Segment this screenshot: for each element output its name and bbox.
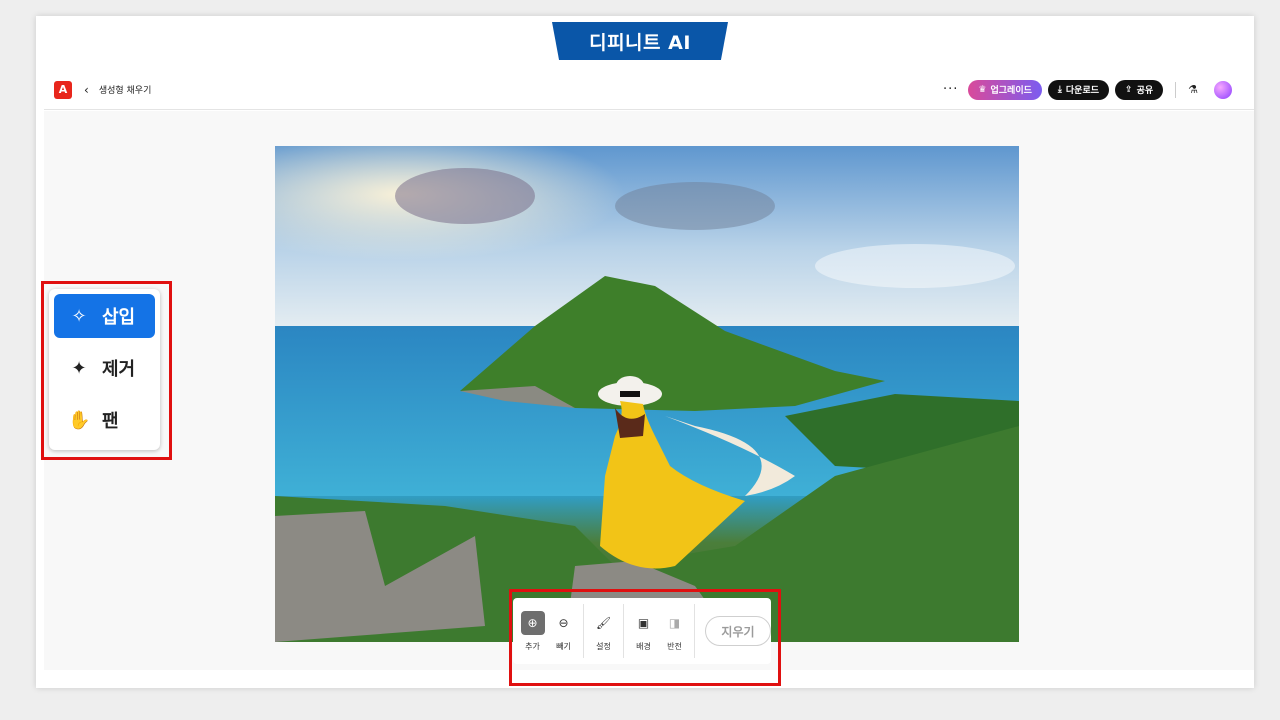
upgrade-button[interactable]: ♛ 업그레이드 — [968, 79, 1042, 100]
banner-text: 디피니트 AI — [589, 31, 691, 54]
add-button[interactable]: ⊕ 추가 — [517, 610, 548, 652]
back-button[interactable]: ‹ — [84, 83, 89, 97]
share-icon: ⇪ — [1125, 84, 1133, 95]
download-button[interactable]: ⤓ 다운로드 — [1047, 79, 1110, 100]
subtract-button[interactable]: ⊖ 빼기 — [548, 611, 579, 652]
divider — [623, 604, 624, 658]
share-button[interactable]: ⇪ 공유 — [1115, 79, 1164, 100]
crown-icon: ♛ — [978, 84, 987, 95]
divider — [1175, 81, 1177, 98]
brush-icon: 🖌 — [595, 615, 612, 630]
adobe-logo-icon[interactable]: A — [54, 80, 72, 99]
pan-tool-button[interactable]: ✋ 팬 — [54, 398, 155, 442]
top-bar: A ‹ 생성형 채우기 ··· ♛ 업그레이드 ⤓ 다운로드 ⇪ 공유 ⚗ — [44, 70, 1254, 110]
avatar[interactable] — [1214, 80, 1232, 99]
insert-tool-button[interactable]: ✧ 삽입 — [54, 294, 155, 338]
settings-button[interactable]: 🖌 설정 — [588, 611, 619, 652]
image-icon: ▣ — [637, 615, 650, 630]
erase-button[interactable]: 지우기 — [704, 616, 771, 646]
canvas-image[interactable] — [275, 146, 1019, 642]
more-options-icon[interactable]: ··· — [943, 82, 958, 97]
title-banner: 디피니트 AI — [552, 22, 728, 60]
hand-icon: ✋ — [68, 409, 91, 431]
remove-tool-button[interactable]: ✦ 제거 — [54, 346, 155, 390]
add-brush-icon: ⊕ — [520, 610, 545, 635]
bandage-sparkle-icon: ✦ — [71, 357, 87, 379]
flask-icon[interactable]: ⚗ — [1188, 83, 1198, 96]
landscape-illustration — [275, 146, 1019, 642]
divider — [694, 604, 695, 658]
left-tool-panel: ✧ 삽입 ✦ 제거 ✋ 팬 — [49, 289, 160, 450]
download-icon: ⤓ — [1057, 84, 1062, 95]
invert-button[interactable]: ◨ 반전 — [659, 611, 690, 652]
bottom-toolbar: ⊕ 추가 ⊖ 빼기 🖌 설정 ▣ 배경 ◨ 반전 지우기 — [513, 598, 771, 664]
top-actions: ··· ♛ 업그레이드 ⤓ 다운로드 ⇪ 공유 ⚗ — [943, 79, 1232, 100]
background-button[interactable]: ▣ 배경 — [628, 611, 659, 652]
invert-icon: ◨ — [668, 615, 681, 630]
divider — [583, 604, 584, 658]
page-title: 생성형 채우기 — [98, 86, 152, 96]
subtract-brush-icon: ⊖ — [558, 615, 569, 630]
sparkle-circle-icon: ✧ — [71, 305, 87, 327]
